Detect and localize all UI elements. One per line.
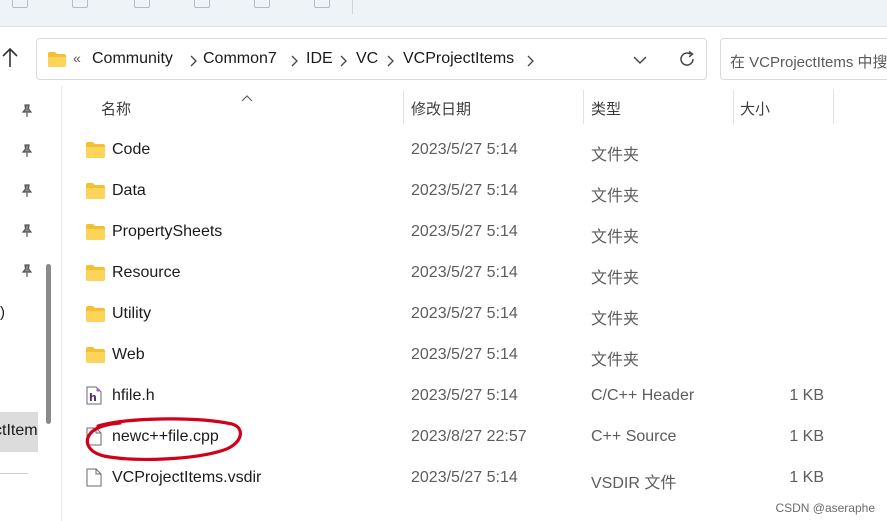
blank-file-icon [86, 427, 102, 451]
file-type: C++ Source [591, 428, 677, 445]
file-type: 文件夹 [591, 229, 640, 246]
sort-caret-icon [241, 89, 253, 107]
file-size: 1 KB [789, 428, 824, 445]
file-name: hfile.h [112, 387, 155, 404]
nav-item-selected[interactable]: ctItem [0, 412, 38, 452]
folder-icon [86, 306, 105, 327]
file-name: Data [112, 182, 146, 199]
column-header-type[interactable]: 类型 [591, 98, 621, 119]
folder-icon [86, 142, 105, 163]
svg-text:h: h [89, 391, 97, 404]
nav-item-label: ctItem [0, 422, 38, 439]
nav-divider [0, 473, 28, 474]
breadcrumb-vcprojectitems[interactable]: VCProjectItems [403, 50, 514, 68]
pin-icon[interactable] [20, 144, 34, 158]
column-header-name[interactable]: 名称 [101, 98, 131, 119]
chevron-right-icon[interactable] [288, 54, 300, 67]
address-bar[interactable]: « Community Common7 IDE VC VCProjectItem… [36, 38, 707, 80]
file-row[interactable]: Utility 2023/5/27 5:14 文件夹 [62, 294, 887, 335]
file-date: 2023/5/27 5:14 [411, 387, 518, 404]
breadcrumb-ide[interactable]: IDE [306, 50, 333, 68]
pin-icon[interactable] [20, 264, 34, 278]
pin-icon[interactable] [20, 104, 34, 118]
file-type: C/C++ Header [591, 387, 695, 404]
toolbar-icon[interactable] [72, 0, 88, 8]
breadcrumb-overflow[interactable]: « [73, 50, 81, 66]
file-type: 文件夹 [591, 352, 640, 369]
file-date: 2023/5/27 5:14 [411, 141, 518, 158]
navigation-pane: ) ctItem [0, 86, 60, 521]
file-type: 文件夹 [591, 311, 640, 328]
file-row[interactable]: Code 2023/5/27 5:14 文件夹 [62, 130, 887, 171]
header-file-icon: h [86, 386, 102, 410]
file-name: PropertySheets [112, 223, 223, 240]
up-arrow-icon[interactable] [0, 46, 24, 74]
file-size: 1 KB [789, 469, 824, 486]
file-row[interactable]: newc++file.cpp 2023/8/27 22:57 C++ Sourc… [62, 417, 887, 458]
folder-icon [86, 224, 105, 245]
file-date: 2023/5/27 5:14 [411, 223, 518, 240]
file-row[interactable]: Web 2023/5/27 5:14 文件夹 [62, 335, 887, 376]
toolbar-icon[interactable] [314, 0, 330, 8]
file-row[interactable]: Data 2023/5/27 5:14 文件夹 [62, 171, 887, 212]
toolbar-icon[interactable] [12, 0, 28, 8]
file-type: 文件夹 [591, 270, 640, 287]
folder-icon [86, 265, 105, 286]
folder-icon [86, 183, 105, 204]
file-date: 2023/8/27 22:57 [411, 428, 527, 445]
toolbar-icon[interactable] [194, 0, 210, 8]
chevron-right-icon[interactable] [384, 54, 396, 67]
file-date: 2023/5/27 5:14 [411, 305, 518, 322]
toolbar-strip [0, 0, 887, 27]
watermark: CSDN @aseraphe [775, 501, 875, 515]
toolbar-separator [352, 0, 353, 14]
file-type: 文件夹 [591, 147, 640, 164]
file-size: 1 KB [789, 387, 824, 404]
file-row[interactable]: VCProjectItems.vsdir 2023/5/27 5:14 VSDI… [62, 458, 887, 499]
pin-icon[interactable] [20, 224, 34, 238]
file-type: 文件夹 [591, 188, 640, 205]
chevron-right-icon[interactable] [337, 54, 349, 67]
breadcrumb-vc[interactable]: VC [356, 50, 378, 68]
file-name: Web [112, 346, 145, 363]
file-type: VSDIR 文件 [591, 475, 677, 492]
pin-icon[interactable] [20, 184, 34, 198]
file-name: Code [112, 141, 151, 158]
file-date: 2023/5/27 5:14 [411, 182, 518, 199]
column-divider[interactable] [583, 90, 584, 124]
toolbar-icon[interactable] [134, 0, 150, 8]
file-name: Utility [112, 305, 152, 322]
chevron-right-icon[interactable] [524, 54, 536, 67]
file-name: Resource [112, 264, 181, 281]
blank-file-icon [86, 468, 102, 492]
chevron-down-icon[interactable] [633, 53, 647, 71]
column-header-date[interactable]: 修改日期 [411, 98, 471, 119]
search-input[interactable]: 在 VCProjectItems 中搜 [720, 38, 887, 80]
file-row[interactable]: h hfile.h 2023/5/27 5:14 C/C++ Header 1 … [62, 376, 887, 417]
toolbar-icon[interactable] [254, 0, 270, 8]
column-divider[interactable] [833, 90, 834, 124]
column-header-size[interactable]: 大小 [740, 98, 770, 119]
file-row[interactable]: Resource 2023/5/27 5:14 文件夹 [62, 253, 887, 294]
folder-icon [48, 52, 66, 72]
chevron-right-icon[interactable] [187, 54, 199, 67]
breadcrumb-common7[interactable]: Common7 [203, 50, 277, 68]
nav-partial-text: ) [0, 304, 5, 321]
file-date: 2023/5/27 5:14 [411, 346, 518, 363]
file-name: newc++file.cpp [112, 428, 219, 445]
refresh-icon[interactable] [677, 49, 697, 74]
file-row[interactable]: PropertySheets 2023/5/27 5:14 文件夹 [62, 212, 887, 253]
nav-scrollbar[interactable] [46, 264, 51, 424]
breadcrumb-community[interactable]: Community [92, 50, 173, 68]
folder-icon [86, 347, 105, 368]
file-date: 2023/5/27 5:14 [411, 264, 518, 281]
file-name: VCProjectItems.vsdir [112, 469, 262, 486]
file-date: 2023/5/27 5:14 [411, 469, 518, 486]
column-divider[interactable] [403, 90, 404, 124]
column-divider[interactable] [733, 90, 734, 124]
search-placeholder: 在 VCProjectItems 中搜 [730, 54, 887, 71]
